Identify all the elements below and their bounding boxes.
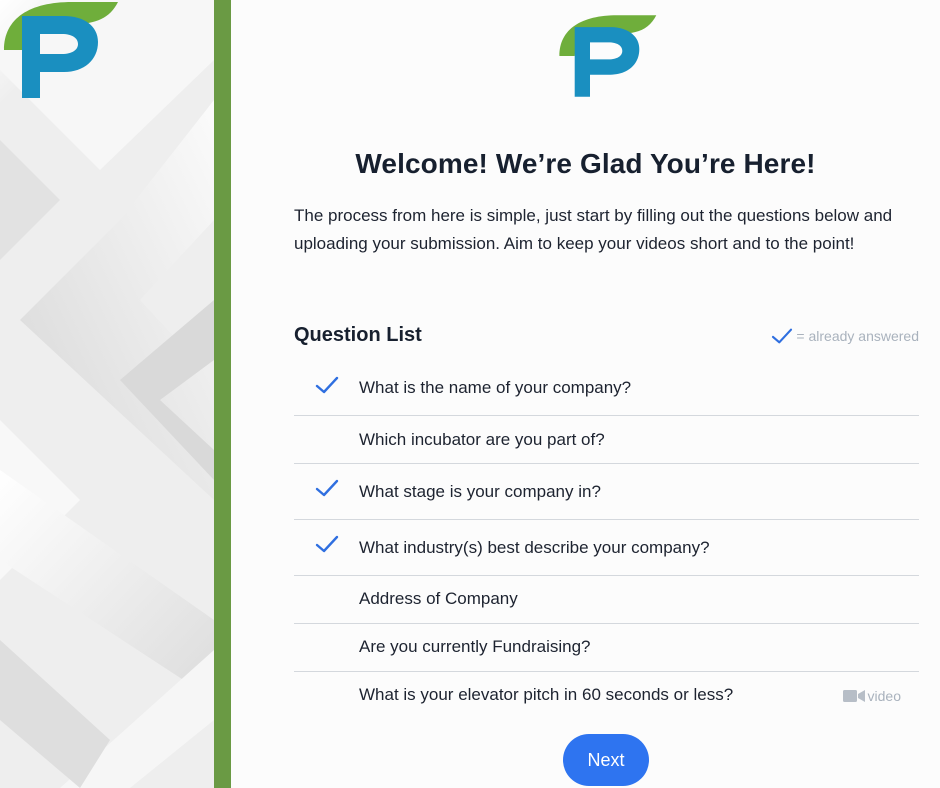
chevron-pattern <box>0 0 214 788</box>
question-row[interactable]: What stage is your company in? <box>294 464 919 520</box>
legend-label: = already answered <box>796 328 919 344</box>
next-button[interactable]: Next <box>563 734 649 786</box>
question-row[interactable]: What is your elevator pitch in 60 second… <box>294 672 919 722</box>
check-icon <box>315 376 339 394</box>
page-title: Welcome! We’re Glad You’re Here! <box>355 148 816 179</box>
answered-legend: = already answered <box>771 327 919 345</box>
video-tag-label: video <box>867 688 901 704</box>
main-content: Welcome! We’re Glad You’re Here! The pro… <box>231 0 940 788</box>
question-text: Address of Company <box>359 589 518 608</box>
fp-logo-small <box>4 2 118 98</box>
fp-logo <box>559 15 657 97</box>
question-text: What is your elevator pitch in 60 second… <box>359 685 734 704</box>
accent-divider <box>214 0 231 788</box>
question-text: What industry(s) best describe your comp… <box>359 538 710 557</box>
check-icon <box>315 535 339 553</box>
intro-text: The process from here is simple, just st… <box>294 206 893 253</box>
check-icon <box>315 479 339 497</box>
question-text: What is the name of your company? <box>359 378 632 397</box>
question-row[interactable]: What is the name of your company? <box>294 362 919 416</box>
question-row[interactable]: Address of Company <box>294 576 919 624</box>
question-list: What is the name of your company? Which … <box>294 362 919 722</box>
decorative-side-panel <box>0 0 214 788</box>
question-text: Are you currently Fundraising? <box>359 637 591 656</box>
video-camera-icon <box>842 690 865 702</box>
question-row[interactable]: Are you currently Fundraising? <box>294 624 919 672</box>
question-list-heading: Question List <box>294 324 422 346</box>
question-text: Which incubator are you part of? <box>359 430 605 449</box>
check-icon <box>772 328 793 344</box>
video-tag: video <box>842 688 901 704</box>
question-row[interactable]: Which incubator are you part of? <box>294 416 919 464</box>
question-text: What stage is your company in? <box>359 482 601 501</box>
question-row[interactable]: What industry(s) best describe your comp… <box>294 520 919 576</box>
